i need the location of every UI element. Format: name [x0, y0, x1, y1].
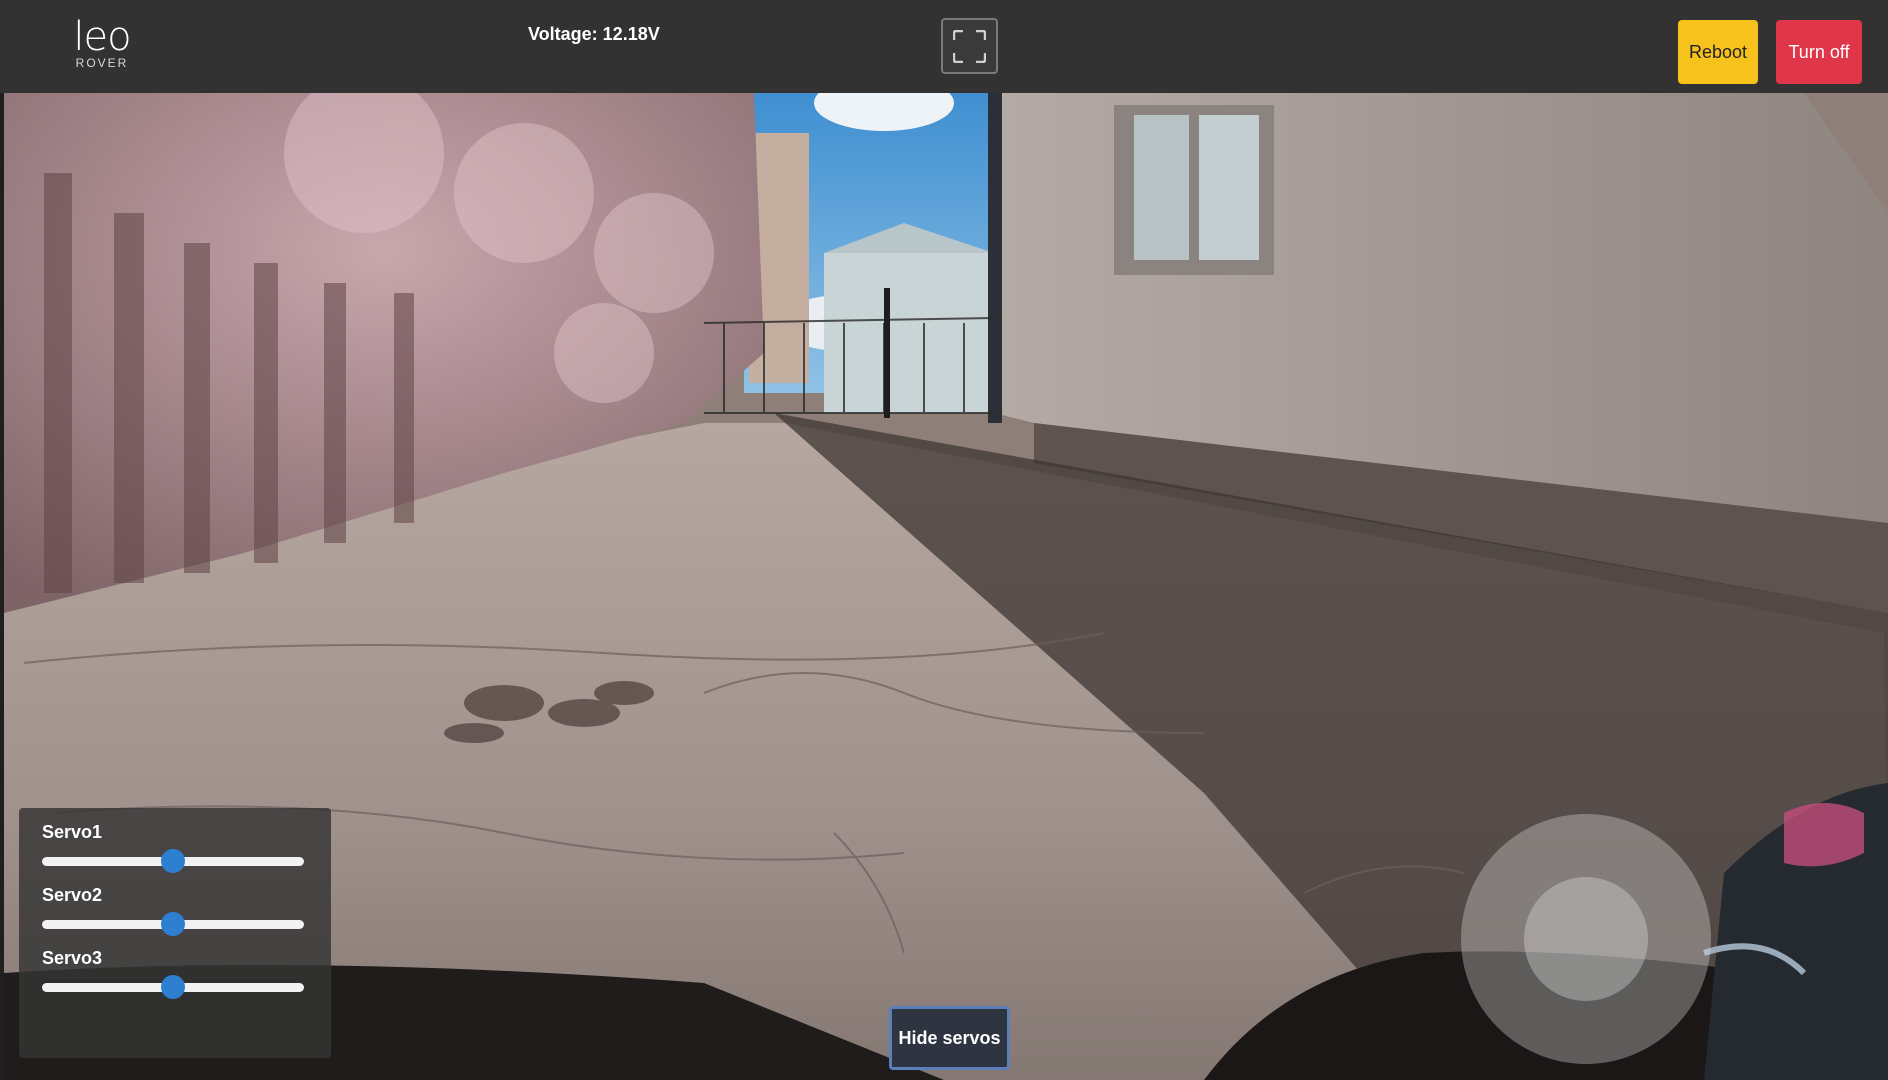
servo-slider[interactable]	[42, 975, 304, 999]
leo-rover-logo: leo ROVER	[60, 14, 144, 72]
fullscreen-button[interactable]	[941, 18, 998, 74]
servo-control: Servo3	[42, 948, 331, 1011]
logo-text: leo	[73, 14, 131, 60]
servo-slider[interactable]	[42, 912, 304, 936]
reboot-button[interactable]: Reboot	[1678, 20, 1758, 84]
joystick-knob[interactable]	[1524, 877, 1648, 1001]
servo-label: Servo3	[42, 948, 103, 968]
servo-slider[interactable]	[42, 849, 304, 873]
servo-control: Servo2	[42, 885, 331, 948]
slider-thumb[interactable]	[161, 912, 185, 936]
voltage-readout: Voltage: 12.18V	[528, 24, 660, 44]
turn-off-button[interactable]: Turn off	[1776, 20, 1862, 84]
servo-control: Servo1	[42, 822, 331, 885]
slider-thumb[interactable]	[161, 975, 185, 999]
top-bar: leo ROVER Voltage: 12.18V Reboot Turn of…	[0, 0, 1888, 93]
hide-servos-button[interactable]: Hide servos	[889, 1006, 1010, 1070]
servo-label: Servo1	[42, 822, 103, 842]
slider-thumb[interactable]	[161, 849, 185, 873]
servo-panel: Servo1 Servo2 Servo3	[19, 808, 331, 1058]
joystick[interactable]	[1461, 814, 1711, 1064]
servo-label: Servo2	[42, 885, 103, 905]
fullscreen-icon	[953, 30, 986, 63]
